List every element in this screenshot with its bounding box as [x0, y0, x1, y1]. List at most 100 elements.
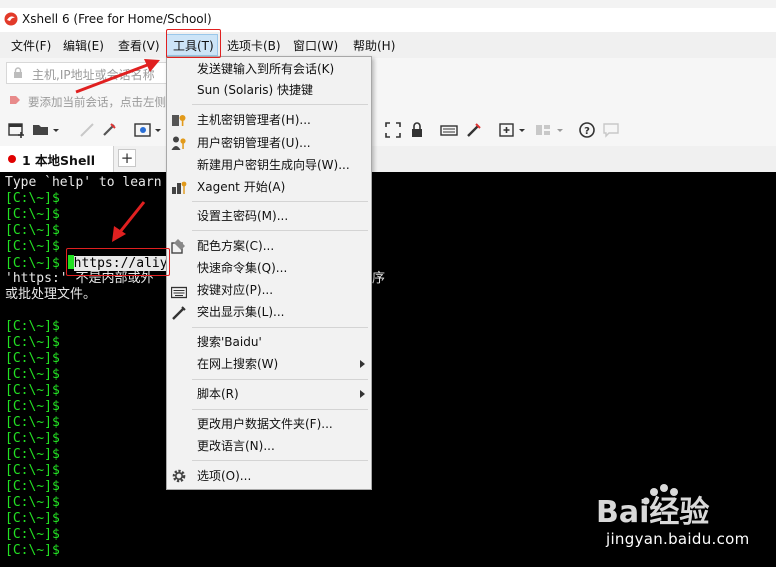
menu-item-color-scheme[interactable]: 配色方案(C)...	[197, 237, 274, 255]
keyboard-icon	[171, 286, 187, 299]
help-icon[interactable]: ?	[578, 121, 596, 139]
prompt: [C:\~]$	[5, 256, 68, 271]
layout-icon	[536, 125, 550, 135]
prompt: [C:\~]$	[5, 191, 68, 206]
menu-item-xagent-start[interactable]: Xagent 开始(A)	[197, 178, 285, 196]
terminal-prompt-line: [C:\~]$	[5, 415, 68, 431]
prompt: [C:\~]$	[5, 463, 68, 478]
properties-icon[interactable]	[134, 121, 152, 139]
submenu-arrow-icon	[360, 390, 365, 398]
menu-separator	[192, 230, 368, 231]
reconnect-icon[interactable]	[100, 121, 118, 139]
terminal-prompt-line: [C:\~]$	[5, 479, 68, 495]
window-title: Xshell 6 (Free for Home/School)	[22, 12, 212, 26]
chat-icon	[603, 123, 619, 138]
prompt: [C:\~]$	[5, 351, 68, 366]
menu-item-set-master-password[interactable]: 设置主密码(M)...	[197, 207, 288, 225]
terminal-prompt-line: [C:\~]$	[5, 239, 68, 255]
terminal-prompt-line: [C:\~]$	[5, 191, 68, 207]
bookmark-icon	[10, 96, 20, 104]
terminal-error-line-1-tail: 序	[372, 271, 386, 286]
terminal-prompt-line: [C:\~]$	[5, 351, 68, 367]
menu-item-key-mapping[interactable]: 按键对应(P)...	[197, 281, 273, 299]
terminal-prompt-line: [C:\~]$	[5, 495, 68, 511]
new-session-icon[interactable]	[8, 121, 26, 139]
tab-bar	[0, 146, 776, 172]
terminal-error-line-2: 或批处理文件。	[5, 287, 97, 302]
color-scheme-icon	[171, 239, 185, 254]
baidu-jingyan-logo: Bai经验	[596, 484, 709, 530]
menu-separator	[192, 379, 368, 380]
menu-file[interactable]: 文件(F)	[11, 37, 51, 55]
terminal-prompt-line: [C:\~]$	[5, 431, 68, 447]
menu-item-script[interactable]: 脚本(R)	[197, 385, 239, 403]
menu-separator	[192, 201, 368, 202]
prompt: [C:\~]$	[5, 479, 68, 494]
menu-separator	[192, 104, 368, 105]
tab-status-dot	[8, 155, 16, 163]
menu-item-search-baidu[interactable]: 搜索'Baidu'	[197, 333, 262, 351]
prompt: [C:\~]$	[5, 511, 68, 526]
terminal-intro: Type `help' to learn	[5, 175, 162, 190]
submenu-arrow-icon	[360, 360, 365, 368]
terminal-prompt-line: [C:\~]$	[5, 527, 68, 543]
terminal-prompt-line: [C:\~]$	[5, 383, 68, 399]
menu-item-change-language[interactable]: 更改语言(N)...	[197, 437, 275, 455]
keyboard-icon[interactable]	[440, 121, 458, 139]
terminal-prompt-line: [C:\~]$	[5, 399, 68, 415]
fullscreen-icon[interactable]	[384, 121, 402, 139]
menu-item-host-key-manager[interactable]: 主机密钥管理者(H)...	[197, 111, 311, 129]
prompt: [C:\~]$	[5, 335, 68, 350]
terminal-prompt-line: [C:\~]$	[5, 207, 68, 223]
xshell-app-icon	[4, 12, 18, 26]
prompt: [C:\~]$	[5, 415, 68, 430]
prompt: [C:\~]$	[5, 543, 68, 558]
watermark-site: jingyan.baidu.com	[606, 530, 750, 548]
terminal-prompt-line: [C:\~]$	[5, 511, 68, 527]
xagent-icon	[172, 181, 187, 194]
terminal-prompt-line: [C:\~]$	[5, 463, 68, 479]
user-key-icon	[171, 136, 186, 150]
open-folder-icon[interactable]	[32, 121, 50, 139]
new-tab-icon[interactable]	[498, 121, 516, 139]
menu-item-new-key-wizard[interactable]: 新建用户密钥生成向导(W)...	[197, 156, 350, 174]
highlight-icon[interactable]	[464, 121, 482, 139]
annotation-box-tools-menu	[166, 29, 221, 58]
menu-item-web-search[interactable]: 在网上搜索(W)	[197, 355, 278, 373]
menu-item-send-key-all[interactable]: 发送键输入到所有会话(K)	[197, 60, 334, 78]
prompt: [C:\~]$	[5, 447, 68, 462]
lock-icon	[14, 67, 22, 78]
terminal-prompt-line: [C:\~]$	[5, 367, 68, 383]
prompt: [C:\~]$	[5, 495, 68, 510]
chevron-down-icon	[557, 129, 563, 132]
add-tab-button[interactable]: +	[118, 149, 136, 167]
gear-icon	[172, 469, 186, 483]
terminal-prompt-line: [C:\~]$	[5, 223, 68, 239]
menu-item-options[interactable]: 选项(O)...	[197, 467, 251, 485]
svg-text:?: ?	[584, 126, 590, 137]
menu-item-sun-shortcut[interactable]: Sun (Solaris) 快捷键	[197, 81, 313, 99]
menu-tabs[interactable]: 选项卡(B)	[227, 37, 281, 55]
menu-item-quick-commands[interactable]: 快速命令集(Q)...	[197, 259, 287, 277]
disconnect-icon	[80, 123, 94, 137]
menu-separator	[192, 327, 368, 328]
menu-window[interactable]: 窗口(W)	[293, 37, 338, 55]
chevron-down-icon[interactable]	[52, 121, 60, 139]
annotation-arrow-icon	[75, 59, 160, 94]
chevron-down-icon[interactable]	[518, 121, 526, 139]
prompt: [C:\~]$	[5, 319, 68, 334]
menu-item-change-user-folder[interactable]: 更改用户数据文件夹(F)...	[197, 415, 333, 433]
chevron-down-icon[interactable]	[154, 121, 162, 139]
lock-screen-icon[interactable]	[408, 121, 426, 139]
prompt: [C:\~]$	[5, 527, 68, 542]
menu-separator	[192, 409, 368, 410]
terminal-prompt-line: [C:\~]$	[5, 335, 68, 351]
menu-separator	[192, 460, 368, 461]
menu-item-highlight-sets[interactable]: 突出显示集(L)...	[197, 303, 285, 321]
menu-item-user-key-manager[interactable]: 用户密钥管理者(U)...	[197, 134, 311, 152]
prompt: [C:\~]$	[5, 239, 68, 254]
annotation-box-url	[66, 248, 170, 276]
menu-help[interactable]: 帮助(H)	[353, 37, 395, 55]
prompt: [C:\~]$	[5, 431, 68, 446]
tab-local-shell-label: 1 本地Shell	[22, 153, 95, 168]
